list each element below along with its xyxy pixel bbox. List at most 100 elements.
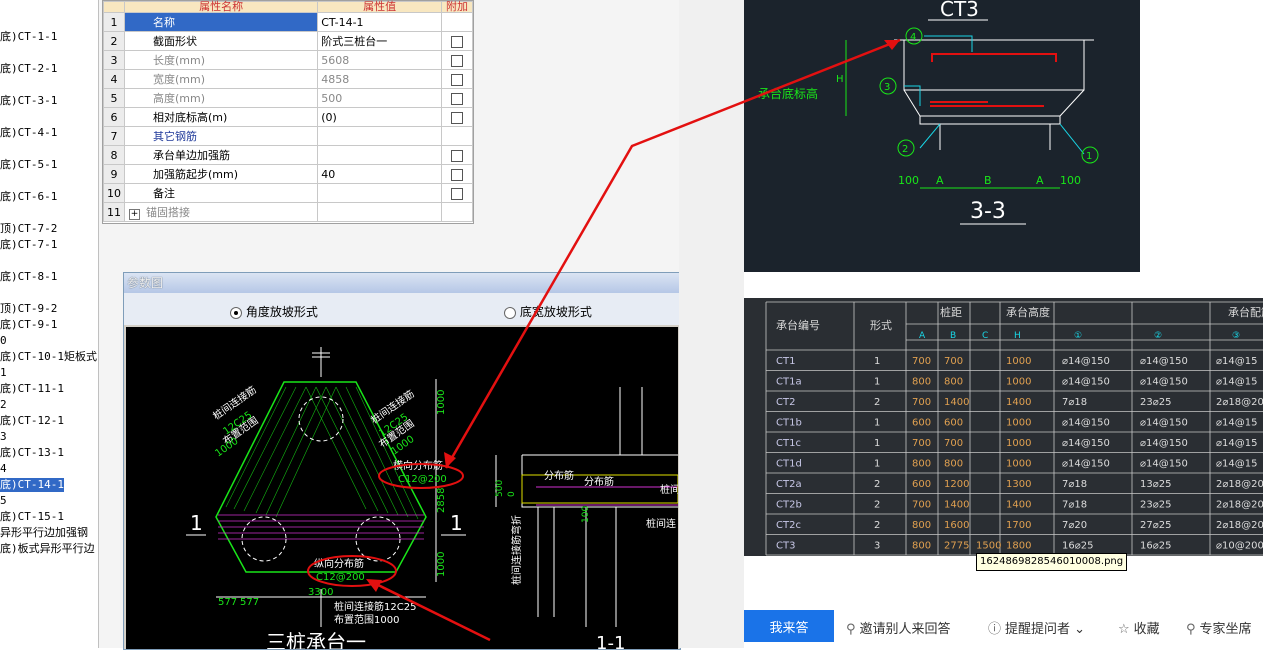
table-cell: 1600 [944, 520, 969, 531]
property-value[interactable]: 5608 [317, 50, 443, 70]
property-row[interactable]: 1 名称 CT-14-1 [103, 12, 473, 32]
extra-checkbox[interactable] [451, 73, 464, 86]
property-value[interactable]: 40 [317, 164, 443, 184]
table-cell: 2 [874, 520, 880, 531]
tree-item[interactable]: 0 [0, 334, 7, 348]
table-cell: CT2a [776, 479, 802, 490]
ver-dist-value: C12@200 [316, 572, 365, 583]
property-row[interactable]: 7 其它钢筋 [103, 126, 473, 146]
tree-item[interactable]: 顶)CT-9-2 [0, 302, 57, 316]
parameter-window: 参数图 角度放坡形式 底宽放坡形式 1 1 桩间连接筋 12C25 布置范围 1… [123, 272, 681, 652]
table-cell: 700 [944, 356, 963, 367]
property-value[interactable]: 4858 [317, 69, 443, 89]
tree-item[interactable]: 4 [0, 462, 7, 476]
tree-item[interactable]: 异形平行边加强钢 [0, 526, 88, 540]
sec-zjl-label: 桩间连 [646, 517, 676, 530]
property-value[interactable] [317, 145, 443, 165]
collect-button[interactable]: ☆ 收藏 [1118, 618, 1160, 637]
table-cell: ⌀14@15 [1216, 377, 1257, 388]
tree-item[interactable]: 3 [0, 430, 7, 444]
property-name: + 锚固搭接 [123, 202, 319, 222]
tree-item[interactable]: 底)CT-3-1 [0, 94, 57, 108]
table-subheader: A [919, 331, 926, 341]
invite-button[interactable]: ⚲ 邀请别人来回答 [846, 618, 951, 637]
table-cell: 2775 [944, 541, 969, 552]
property-row[interactable]: 3 长度(mm) 5608 [103, 50, 473, 70]
tree-item[interactable]: 底)CT-12-1 [0, 414, 64, 428]
tree-item[interactable]: 底)CT-9-1 [0, 318, 57, 332]
header-extra: 附加 [441, 1, 473, 13]
property-row[interactable]: 2 截面形状 阶式三桩台一 [103, 31, 473, 51]
radio-width-dot[interactable] [504, 306, 516, 319]
cad2-dim-100a: 100 [898, 174, 919, 187]
property-name-text: 加强筋起步(mm) [153, 168, 239, 181]
table-cell: 1000 [1006, 418, 1031, 429]
tree-item[interactable]: 底)CT-8-1 [0, 270, 57, 284]
property-row[interactable]: 9 加强筋起步(mm) 40 [103, 164, 473, 184]
property-row[interactable]: 5 高度(mm) 500 [103, 88, 473, 108]
parameter-window-title: 参数图 [124, 273, 680, 293]
tree-item[interactable]: 2 [0, 398, 7, 412]
tree-item[interactable]: 底)CT-11-1 [0, 382, 64, 396]
table-cell: ⌀14@150 [1140, 459, 1188, 470]
tree-item[interactable]: 底)CT-7-1 [0, 238, 57, 252]
table-cell: 1400 [944, 500, 969, 511]
tree-item[interactable]: 底)板式异形平行边 [0, 542, 95, 556]
table-subheader: B [950, 331, 956, 341]
extra-checkbox[interactable] [451, 168, 464, 181]
row-number: 3 [103, 50, 125, 70]
table-subheader: C [982, 331, 988, 341]
property-value[interactable] [317, 202, 443, 222]
property-name: 相对底标高(m) [123, 107, 319, 127]
tree-item[interactable]: 底)CT-4-1 [0, 126, 57, 140]
tree-item[interactable]: 底)CT-2-1 [0, 62, 57, 76]
property-row[interactable]: 4 宽度(mm) 4858 [103, 69, 473, 89]
extra-checkbox[interactable] [451, 35, 464, 48]
tree-item[interactable]: 底)CT-6-1 [0, 190, 57, 204]
table-cell: 600 [944, 418, 963, 429]
expert-button[interactable]: ⚲ 专家坐席 [1186, 618, 1252, 637]
property-value[interactable]: 500 [317, 88, 443, 108]
property-value[interactable] [317, 126, 443, 146]
property-row[interactable]: 11 + 锚固搭接 [103, 202, 473, 222]
radio-width[interactable]: 底宽放坡形式 [504, 303, 592, 320]
tree-item[interactable]: 底)CT-1-1 [0, 30, 57, 44]
section-mark-right: 1 [450, 511, 463, 535]
remind-button[interactable]: ⓘ 提醒提问者 ⌄ [988, 618, 1085, 637]
extra-checkbox[interactable] [451, 92, 464, 105]
radio-angle[interactable]: 角度放坡形式 [230, 303, 318, 320]
property-name-text: 截面形状 [153, 35, 197, 48]
property-name: 长度(mm) [123, 50, 319, 70]
bottom-beam-label: 桩间连接筋12C25 [334, 600, 416, 613]
grid-header-row: 属性名称 属性值 附加 [103, 1, 473, 13]
table-cell: CT2 [776, 397, 795, 408]
table-subheader: H [1014, 331, 1021, 341]
tree-item[interactable]: 5 [0, 494, 7, 508]
tree-item[interactable]: 底)CT-5-1 [0, 158, 57, 172]
tree-item[interactable]: 底)CT-13-1 [0, 446, 64, 460]
extra-checkbox[interactable] [451, 187, 464, 200]
table-cell: 800 [912, 520, 931, 531]
tree-item[interactable]: 1 [0, 366, 7, 380]
property-grid: 属性名称 属性值 附加 1 名称 CT-14-1 2 截面形状 阶式三桩台一 3 长度(mm)… [102, 0, 474, 224]
property-row[interactable]: 10 备注 [103, 183, 473, 203]
tree-item[interactable]: 底)CT-14-1 [0, 478, 64, 492]
radio-angle-dot[interactable] [230, 306, 242, 319]
property-value[interactable] [317, 183, 443, 203]
row-number: 2 [103, 31, 125, 51]
property-value[interactable]: (0) [317, 107, 443, 127]
extra-checkbox[interactable] [451, 111, 464, 124]
property-row[interactable]: 6 相对底标高(m) (0) [103, 107, 473, 127]
property-row[interactable]: 8 承台单边加强筋 [103, 145, 473, 165]
property-value[interactable]: 阶式三桩台一 [317, 31, 443, 51]
extra-checkbox[interactable] [451, 149, 464, 162]
tree-item[interactable]: 顶)CT-7-2 [0, 222, 57, 236]
answer-button[interactable]: 我来答 [744, 610, 834, 642]
property-name: 承台单边加强筋 [123, 145, 319, 165]
tree-item[interactable]: 底)CT-10-1矩板式 [0, 350, 97, 364]
tree-item[interactable]: 底)CT-15-1 [0, 510, 64, 524]
property-value[interactable]: CT-14-1 [317, 12, 443, 32]
expand-icon[interactable]: + [129, 209, 140, 220]
table-cell: 7⌀18 [1062, 397, 1087, 408]
extra-checkbox[interactable] [451, 54, 464, 67]
